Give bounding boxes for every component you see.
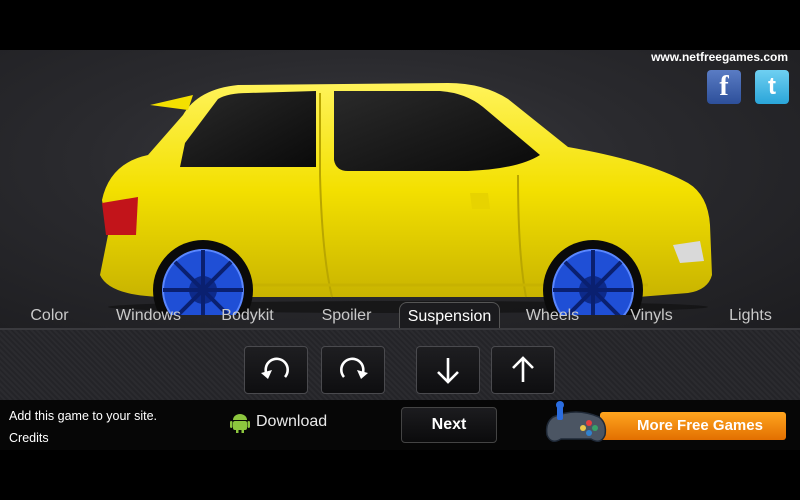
suspension-controls [0,328,800,402]
android-icon [230,414,250,433]
lower-button[interactable] [416,346,480,394]
arrow-up-icon [512,356,534,382]
car-preview [100,83,712,315]
rotate-left-icon [261,357,289,379]
tab-bodykit[interactable]: Bodykit [198,302,297,328]
rotate-left-button[interactable] [244,346,308,394]
rotate-right-button[interactable] [321,346,385,394]
tab-windows[interactable]: Windows [99,302,198,328]
tab-spoiler[interactable]: Spoiler [297,302,396,328]
raise-button[interactable] [491,346,555,394]
tab-wheels[interactable]: Wheels [503,302,602,328]
next-button[interactable]: Next [401,407,497,443]
twitter-icon[interactable]: t [755,70,789,104]
tab-suspension[interactable]: Suspension [399,302,500,328]
customization-tabs: Color Windows Bodykit Spoiler Suspension… [0,302,800,328]
download-label: Download [256,413,328,430]
rotate-right-icon [340,357,368,379]
arrow-down-icon [437,358,459,384]
site-label[interactable]: www.netfreegames.com [651,50,788,64]
tab-color[interactable]: Color [0,302,99,328]
credits-link[interactable]: Credits [9,427,157,449]
garage-background: www.netfreegames.com f t Color Windows B… [0,50,800,328]
tab-lights[interactable]: Lights [701,302,800,328]
tab-vinyls[interactable]: Vinyls [602,302,701,328]
add-to-site-link[interactable]: Add this game to your site. [9,405,157,427]
footer-bar: Add this game to your site. Credits Down… [0,400,800,450]
more-free-games-button[interactable]: More Free Games [600,412,786,440]
game-stage: www.netfreegames.com f t Color Windows B… [0,50,800,450]
tail-light [102,197,138,235]
download-button[interactable]: Download [230,411,327,433]
gamepad-icon [545,401,607,442]
footer-links: Add this game to your site. Credits [9,405,157,449]
